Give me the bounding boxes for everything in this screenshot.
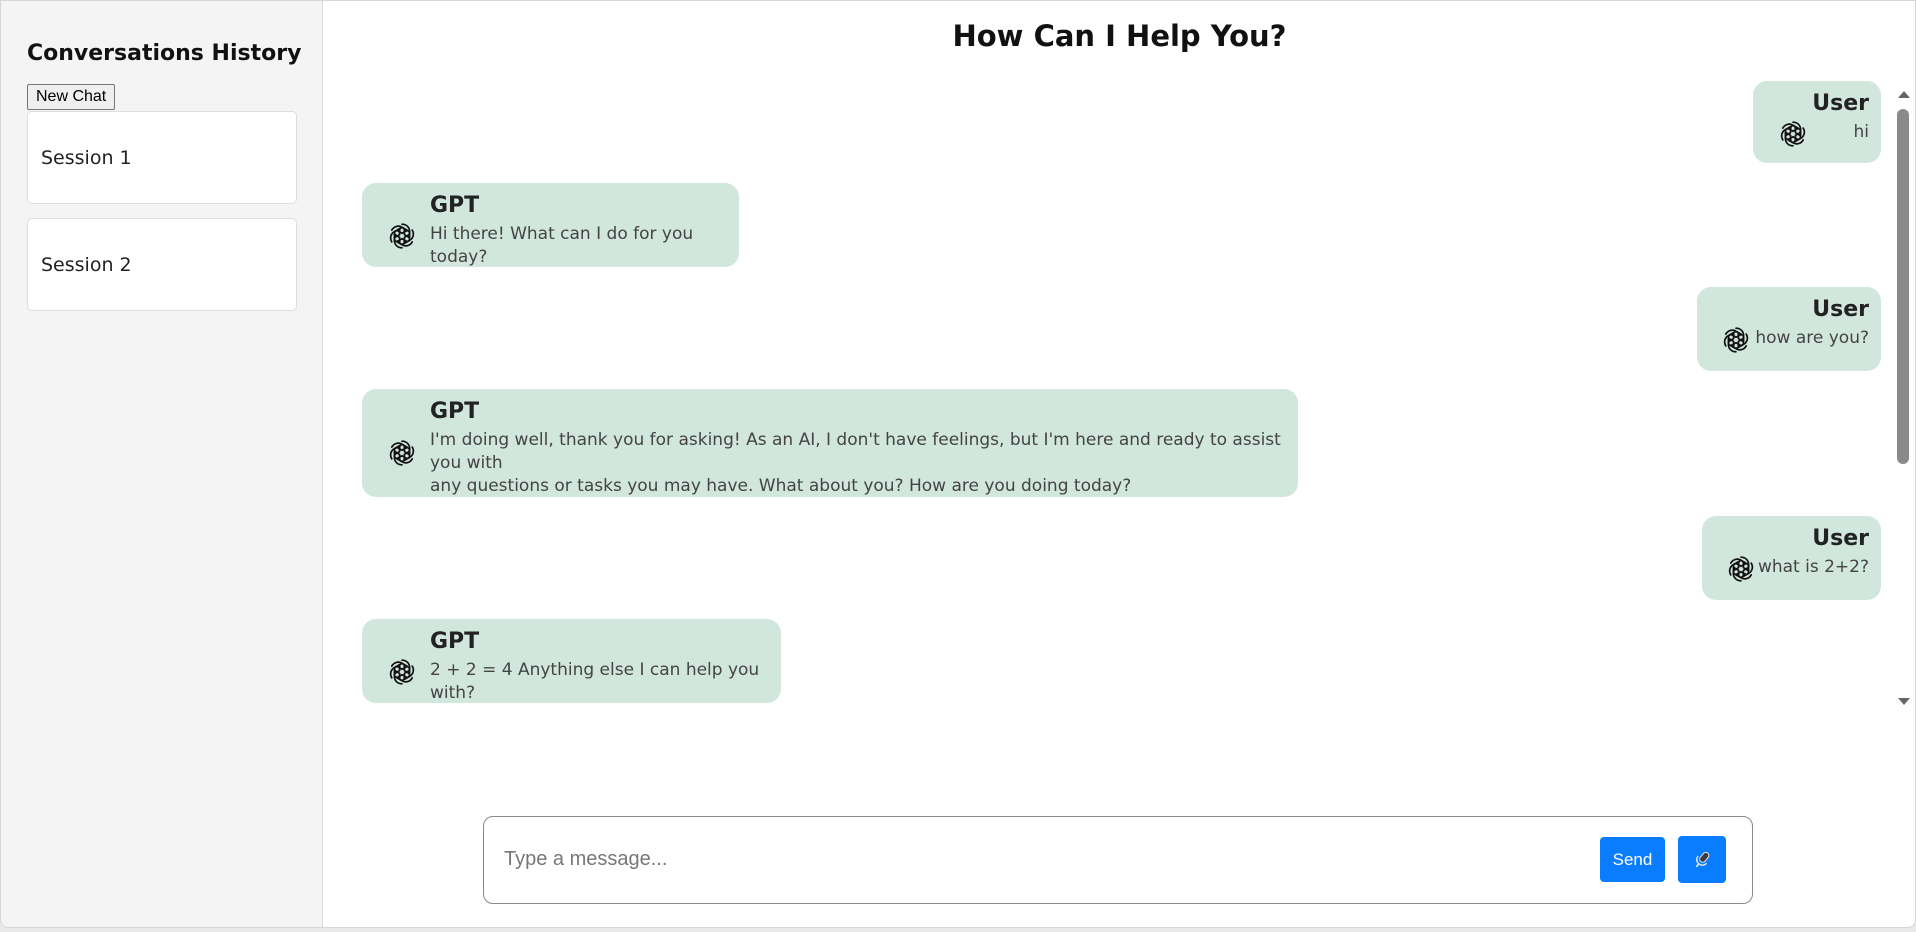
message-composer: Send (483, 816, 1753, 904)
sidebar: Conversations History New Chat Session 1… (1, 1, 323, 927)
microphone-icon (1695, 851, 1710, 867)
message-text: 2 + 2 = 4 Anything else I can help you w… (430, 660, 760, 703)
session-label: Session 1 (41, 146, 132, 169)
message-text: hi (1853, 122, 1870, 142)
message-sender: User (1812, 526, 1869, 551)
openai-logo-icon (1725, 553, 1757, 585)
openai-logo-icon (1720, 324, 1752, 356)
chat-messages[interactable]: User hi GPT Hi there! What can I do for … (324, 81, 1884, 711)
openai-logo-icon (386, 656, 418, 688)
assistant-message: GPT I'm doing well, thank you for asking… (362, 389, 1298, 497)
message-sender: GPT (430, 193, 480, 218)
chat-app-window: Conversations History New Chat Session 1… (0, 0, 1916, 928)
session-label: Session 2 (41, 253, 132, 276)
message-text-line: I'm doing well, thank you for asking! As… (430, 430, 1281, 473)
session-list: Session 1 Session 2 (27, 111, 297, 325)
page-title: How Can I Help You? (952, 19, 1287, 53)
message-sender: User (1812, 91, 1869, 116)
session-item-2[interactable]: Session 2 (27, 218, 297, 311)
new-chat-button[interactable]: New Chat (27, 84, 116, 110)
user-message: User what is 2+2? (1702, 516, 1881, 600)
message-sender: GPT (430, 629, 480, 654)
session-item-1[interactable]: Session 1 (27, 111, 297, 204)
openai-logo-icon (386, 220, 418, 252)
message-sender: User (1812, 297, 1869, 322)
chat-scrollbar[interactable] (1894, 89, 1912, 709)
microphone-button[interactable] (1678, 836, 1726, 883)
send-button[interactable]: Send (1600, 837, 1665, 882)
sidebar-title: Conversations History (27, 41, 302, 66)
openai-logo-icon (1777, 118, 1809, 150)
message-text: Hi there! What can I do for you today? (430, 224, 694, 267)
message-sender: GPT (430, 399, 480, 424)
assistant-message: GPT Hi there! What can I do for you toda… (362, 183, 739, 267)
message-text: I'm doing well, thank you for asking! As… (430, 429, 1286, 498)
message-input[interactable] (504, 839, 1554, 879)
scroll-down-arrow-icon[interactable] (1898, 698, 1910, 705)
user-message: User hi (1753, 81, 1881, 163)
scroll-up-arrow-icon[interactable] (1898, 91, 1910, 98)
message-text-line: any questions or tasks you may have. Wha… (430, 476, 1132, 496)
openai-logo-icon (386, 437, 418, 469)
main-panel: How Can I Help You? User hi GPT Hi there… (324, 1, 1915, 927)
scrollbar-thumb[interactable] (1897, 109, 1909, 464)
assistant-message: GPT 2 + 2 = 4 Anything else I can help y… (362, 619, 781, 703)
user-message: User how are you? (1697, 287, 1881, 371)
